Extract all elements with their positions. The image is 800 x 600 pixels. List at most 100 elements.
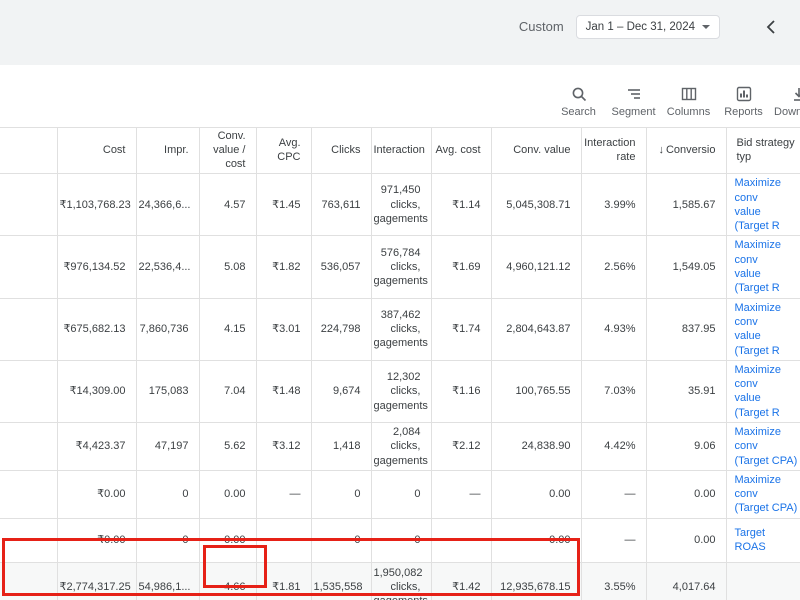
header-impressions[interactable]: Impr.: [136, 128, 199, 174]
cell-cost: ₹14,309.00: [57, 360, 136, 422]
cell-cost: ₹2,774,317.25: [57, 562, 136, 600]
table-row: ₹1,103,768.23 24,366,6... 4.57 ₹1.45 763…: [0, 174, 800, 236]
table-row: ₹2,774,317.25 54,986,1... 4.66 ₹1.81 1,5…: [0, 562, 800, 600]
cell-interaction-rate: 3.55%: [581, 562, 646, 600]
reports-button[interactable]: Reports: [716, 85, 771, 118]
cell-conversions: 837.95: [646, 298, 726, 360]
cell-clicks: 1,535,558: [311, 562, 371, 600]
cell-conv-value: 0.00: [491, 518, 581, 562]
cell-clicks: 0: [311, 518, 371, 562]
columns-button[interactable]: Columns: [661, 85, 716, 118]
cell-row-select: [0, 360, 57, 422]
table-row: ₹0.00 0 0.00 — 0 0 — 0.00 — 0.00 Target …: [0, 518, 800, 562]
chevron-left-icon: [762, 25, 782, 40]
cell-conversions: 0.00: [646, 470, 726, 518]
cell-conv-value: 0.00: [491, 470, 581, 518]
date-range-type-label: Custom: [519, 19, 564, 34]
cell-interactions: 971,450 clicks, gagements: [371, 174, 431, 236]
cell-avg-cost: ₹1.14: [431, 174, 491, 236]
cell-conversions: 1,549.05: [646, 236, 726, 298]
download-icon: [790, 85, 800, 103]
cell-cost: ₹4,423.37: [57, 423, 136, 471]
cell-bid-strategy[interactable]: Maximize conv value (Target R: [726, 236, 800, 298]
cell-impressions: 47,197: [136, 423, 199, 471]
cell-interactions: 1,950,082 clicks, gagements: [371, 562, 431, 600]
collapse-panel-button[interactable]: [762, 17, 782, 37]
header-cost[interactable]: Cost: [57, 128, 136, 174]
topbar: Custom Jan 1 – Dec 31, 2024: [0, 0, 800, 65]
cell-interaction-rate: —: [581, 518, 646, 562]
cell-bid-strategy[interactable]: Maximize conv value (Target R: [726, 360, 800, 422]
header-conversions-label: Conversio: [666, 144, 716, 156]
cell-conv-value: 5,045,308.71: [491, 174, 581, 236]
header-bid-strategy-type[interactable]: Bid strategy typ: [726, 128, 800, 174]
cell-cost: ₹1,103,768.23: [57, 174, 136, 236]
cell-avg-cpc: —: [256, 470, 311, 518]
cell-conv-value-per-cost: 4.57: [199, 174, 256, 236]
cell-conversions: 1,585.67: [646, 174, 726, 236]
search-button[interactable]: Search: [551, 85, 606, 118]
cell-bid-strategy[interactable]: Maximize conv (Target CPA): [726, 470, 800, 518]
columns-icon: [680, 85, 698, 103]
table-row: ₹4,423.37 47,197 5.62 ₹3.12 1,418 2,084 …: [0, 423, 800, 471]
cell-interactions: 0: [371, 470, 431, 518]
cell-interaction-rate: 7.03%: [581, 360, 646, 422]
search-icon: [570, 85, 588, 103]
header-avg-cpc[interactable]: Avg. CPC: [256, 128, 311, 174]
segment-icon: [625, 85, 643, 103]
cell-avg-cpc: ₹1.81: [256, 562, 311, 600]
cell-impressions: 0: [136, 470, 199, 518]
header-conv-value[interactable]: Conv. value: [491, 128, 581, 174]
cell-bid-strategy[interactable]: Maximize conv value (Target R: [726, 298, 800, 360]
cell-conv-value: 24,838.90: [491, 423, 581, 471]
segment-button[interactable]: Segment: [606, 85, 661, 118]
table-body: ₹1,103,768.23 24,366,6... 4.57 ₹1.45 763…: [0, 174, 800, 600]
header-interaction-rate[interactable]: Interaction rate: [581, 128, 646, 174]
cell-interaction-rate: 3.99%: [581, 174, 646, 236]
cell-conversions: 4,017.64: [646, 562, 726, 600]
header-conv-value-per-cost[interactable]: Conv. value / cost: [199, 128, 256, 174]
cell-avg-cpc: —: [256, 518, 311, 562]
cell-interactions: 0: [371, 518, 431, 562]
cell-bid-strategy[interactable]: Maximize conv (Target CPA): [726, 423, 800, 471]
cell-interaction-rate: 2.56%: [581, 236, 646, 298]
date-range-selector[interactable]: Jan 1 – Dec 31, 2024: [576, 15, 720, 39]
cell-impressions: 54,986,1...: [136, 562, 199, 600]
cell-avg-cpc: ₹1.45: [256, 174, 311, 236]
table-row: ₹0.00 0 0.00 — 0 0 — 0.00 — 0.00 Maximiz…: [0, 470, 800, 518]
cell-avg-cost: —: [431, 470, 491, 518]
header-avg-cost[interactable]: Avg. cost: [431, 128, 491, 174]
campaign-stats-table: Cost Impr. Conv. value / cost Avg. CPC C…: [0, 127, 800, 600]
header-conversions[interactable]: ↓Conversio: [646, 128, 726, 174]
table-row: ₹675,682.13 7,860,736 4.15 ₹3.01 224,798…: [0, 298, 800, 360]
reports-icon: [735, 85, 753, 103]
cell-interaction-rate: —: [581, 470, 646, 518]
header-interactions[interactable]: Interaction: [371, 128, 431, 174]
cell-interaction-rate: 4.93%: [581, 298, 646, 360]
cell-bid-strategy: [726, 562, 800, 600]
cell-avg-cost: —: [431, 518, 491, 562]
cell-interaction-rate: 4.42%: [581, 423, 646, 471]
cell-avg-cost: ₹1.69: [431, 236, 491, 298]
table-header-row: Cost Impr. Conv. value / cost Avg. CPC C…: [0, 128, 800, 174]
cell-row-select: [0, 298, 57, 360]
cell-interactions: 576,784 clicks, gagements: [371, 236, 431, 298]
cell-conv-value-per-cost: 0.00: [199, 470, 256, 518]
cell-interactions: 2,084 clicks, gagements: [371, 423, 431, 471]
cell-avg-cost: ₹1.42: [431, 562, 491, 600]
cell-impressions: 24,366,6...: [136, 174, 199, 236]
header-clicks[interactable]: Clicks: [311, 128, 371, 174]
cell-clicks: 9,674: [311, 360, 371, 422]
cell-row-select: [0, 518, 57, 562]
dropdown-caret-icon: [702, 25, 710, 29]
cell-bid-strategy[interactable]: Maximize conv value (Target R: [726, 174, 800, 236]
cell-avg-cost: ₹1.74: [431, 298, 491, 360]
download-button[interactable]: Download: [771, 85, 800, 118]
cell-bid-strategy[interactable]: Target ROAS: [726, 518, 800, 562]
cell-clicks: 224,798: [311, 298, 371, 360]
cell-clicks: 1,418: [311, 423, 371, 471]
cell-avg-cost: ₹2.12: [431, 423, 491, 471]
cell-conv-value: 12,935,678.15: [491, 562, 581, 600]
cell-clicks: 763,611: [311, 174, 371, 236]
table-row: ₹976,134.52 22,536,4... 5.08 ₹1.82 536,0…: [0, 236, 800, 298]
